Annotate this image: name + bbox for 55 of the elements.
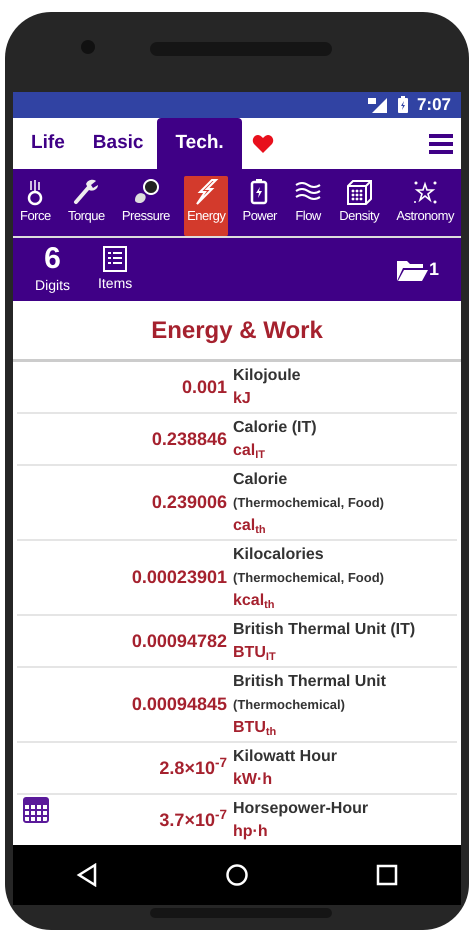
folder-button[interactable]: 1: [388, 256, 445, 283]
category-tab[interactable]: Torque: [64, 176, 108, 236]
unit-symbol: cal$_{th}$: [233, 516, 267, 538]
unit-note: (Thermochemical, Food): [233, 569, 384, 588]
battery-icon: [396, 96, 409, 114]
unit-value: 2.8×10$^{-7}$: [158, 754, 228, 780]
unit-name: Kilowatt Hour: [233, 747, 337, 768]
unit-symbol: BTU$_{IT}$: [233, 643, 277, 664]
falling-ball-icon: [27, 178, 44, 206]
unit-symbol: kcal$_{th}$: [233, 591, 276, 612]
unit-value: 0.001: [180, 376, 228, 399]
calculator-icon[interactable]: [23, 797, 49, 824]
unit-value: 0.00094782: [130, 630, 228, 653]
unit-value: 0.00094845: [130, 693, 228, 716]
unit-symbol: kJ: [233, 389, 252, 410]
cube-icon: [345, 178, 374, 206]
unit-value: 3.7×10$^{-7}$: [158, 806, 228, 832]
back-icon[interactable]: [76, 863, 98, 887]
items-button[interactable]: Items: [92, 244, 138, 294]
section-title: Energy & Work: [13, 301, 461, 362]
recents-icon[interactable]: [376, 864, 398, 886]
unit-name: Calorie: [233, 470, 288, 490]
wrench-icon: [72, 178, 100, 206]
unit-name: Calorie (IT): [233, 418, 317, 438]
menu-icon[interactable]: [429, 132, 453, 155]
category-tab[interactable]: Astronomy: [393, 176, 457, 236]
unit-symbol: hp·h: [233, 822, 269, 842]
unit-name: Kilocalories: [233, 545, 325, 566]
category-tab[interactable]: Pressure: [118, 176, 173, 236]
lte-signal-icon: [366, 96, 389, 114]
category-tab[interactable]: Force: [17, 176, 54, 236]
unit-symbol: BTU$_{th}$: [233, 718, 278, 740]
tab[interactable]: Life: [17, 118, 79, 169]
unit-value: 0.239006: [150, 491, 228, 514]
category-tab[interactable]: Density: [336, 176, 382, 236]
unit-note: (Thermochemical, Food): [233, 494, 384, 512]
unit-symbol: kW·h: [233, 770, 274, 790]
unit-name: British Thermal Unit (IT): [233, 620, 416, 640]
unit-note: (Thermochemical): [233, 696, 346, 714]
status-time: 7:07: [416, 94, 451, 116]
category-tab[interactable]: Power: [240, 176, 280, 236]
category-tab[interactable]: Flow: [291, 176, 326, 236]
category-tab[interactable]: Energy: [184, 176, 228, 236]
unit-name: Horsepower-Hour: [233, 799, 368, 820]
heart-icon[interactable]: [252, 134, 274, 154]
digits-button[interactable]: 6 Digits: [29, 242, 76, 296]
unit-name: Kilojoule: [233, 366, 301, 386]
list-icon: [102, 244, 128, 273]
tab[interactable]: Basic: [78, 118, 158, 169]
unit-value: 0.238846: [150, 428, 228, 451]
tab[interactable]: Tech.: [157, 118, 242, 169]
unit-symbol: cal$_{IT}$: [233, 441, 266, 462]
unit-name: British Thermal Unit: [233, 672, 386, 692]
home-icon[interactable]: [224, 863, 249, 887]
unit-value: 0.00023901: [130, 566, 228, 590]
